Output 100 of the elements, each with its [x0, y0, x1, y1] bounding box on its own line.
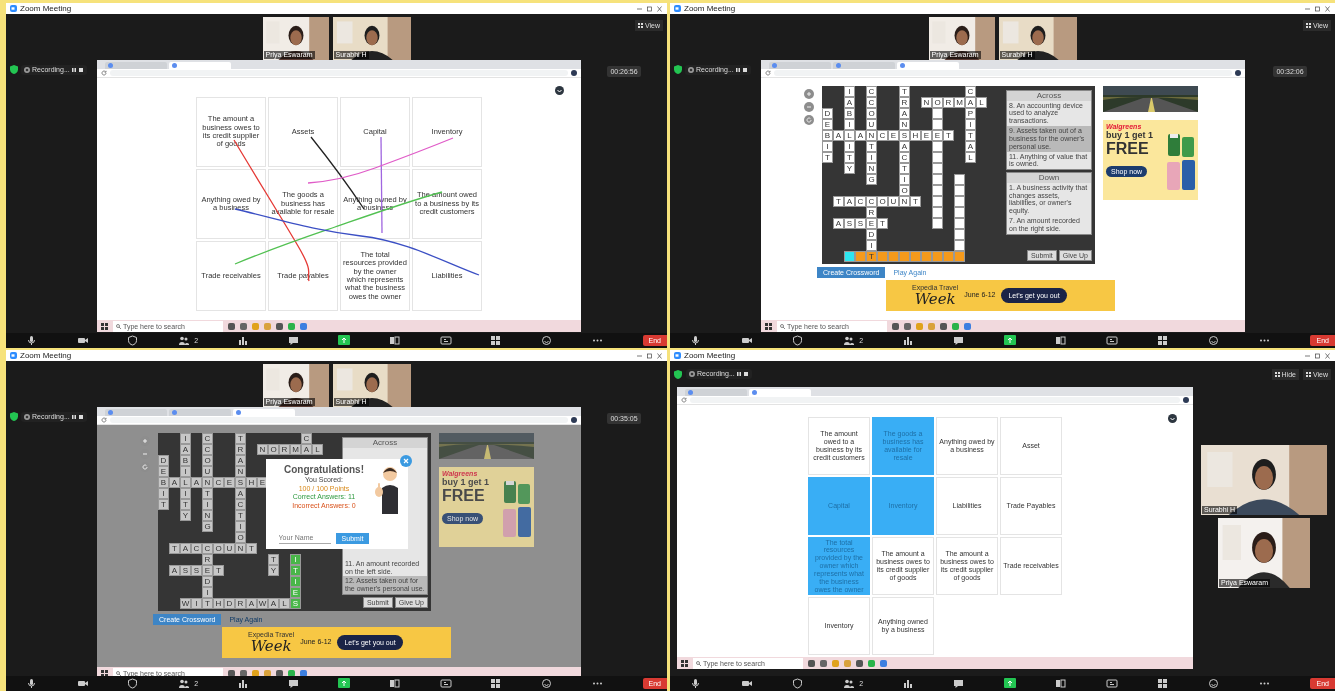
record-icon[interactable] [1055, 678, 1068, 689]
crossword-cell[interactable]: C [866, 97, 877, 108]
maximize-icon[interactable] [646, 5, 653, 12]
crossword-cell[interactable]: T [235, 510, 246, 521]
crossword-cell[interactable] [954, 240, 965, 251]
crossword-cell[interactable]: T [866, 251, 877, 262]
crossword-cell[interactable]: T [965, 130, 976, 141]
security-icon[interactable] [792, 335, 805, 346]
crossword-cell[interactable]: A [965, 141, 976, 152]
camera-icon[interactable] [76, 335, 89, 346]
crossword-cell[interactable]: A [180, 543, 191, 554]
microphone-icon[interactable] [26, 335, 38, 346]
crossword-cell[interactable]: R [279, 444, 290, 455]
crossword-cell[interactable]: E [257, 477, 268, 488]
share-screen-icon[interactable] [338, 678, 351, 689]
crossword-cell[interactable]: G [866, 174, 877, 185]
breakout-rooms-icon[interactable] [490, 335, 503, 346]
crossword-cell[interactable]: D [202, 576, 213, 587]
crossword-cell[interactable]: C [866, 86, 877, 97]
crossword-cell[interactable]: N [257, 444, 268, 455]
crossword-cell[interactable] [921, 251, 932, 262]
reactions-icon[interactable] [1208, 678, 1221, 689]
browser-tab[interactable] [749, 389, 811, 396]
breakout-rooms-icon[interactable] [1157, 335, 1170, 346]
crossword-cell[interactable]: I [844, 141, 855, 152]
reactions-icon[interactable] [541, 678, 554, 689]
crossword-cell[interactable] [932, 218, 943, 229]
crossword-cell[interactable]: R [899, 97, 910, 108]
crossword-cell[interactable]: T [235, 433, 246, 444]
crossword-cell[interactable] [932, 207, 943, 218]
crossword-cell[interactable]: D [224, 598, 235, 609]
chevron-down-icon[interactable] [555, 86, 564, 95]
crossword-cell[interactable]: T [833, 196, 844, 207]
crossword-cell[interactable]: I [191, 598, 202, 609]
camera-icon[interactable] [741, 335, 754, 346]
record-icon[interactable] [388, 678, 401, 689]
refresh-icon[interactable] [804, 115, 814, 125]
share-screen-icon[interactable] [1004, 678, 1017, 689]
crossword-cell[interactable]: D [866, 229, 877, 240]
crossword-cell[interactable] [888, 251, 899, 262]
pause-stop-icon[interactable] [71, 413, 84, 420]
crossword-cell[interactable] [954, 229, 965, 240]
crossword-cell[interactable]: T [943, 130, 954, 141]
polls-icon[interactable] [236, 335, 249, 346]
crossword-cell[interactable]: B [844, 108, 855, 119]
crossword-cell[interactable]: T [899, 163, 910, 174]
crossword-cell[interactable]: I [844, 86, 855, 97]
windows-icon[interactable] [765, 322, 772, 330]
crossword-cell[interactable]: N [899, 196, 910, 207]
crossword-cell[interactable]: S [844, 218, 855, 229]
reactions-icon[interactable] [541, 335, 554, 346]
record-icon[interactable] [1055, 335, 1068, 346]
polls-icon[interactable] [902, 335, 915, 346]
captions-icon[interactable] [1106, 335, 1119, 346]
crossword-cell[interactable] [932, 185, 943, 196]
crossword-cell[interactable]: A [844, 196, 855, 207]
crossword-cell[interactable]: A [844, 97, 855, 108]
crossword-cell[interactable]: B [180, 455, 191, 466]
crossword-cell[interactable]: C [899, 152, 910, 163]
crossword-cell[interactable] [932, 174, 943, 185]
crossword-cell[interactable] [932, 141, 943, 152]
crossword-cell[interactable]: I [899, 174, 910, 185]
crossword-cell[interactable]: T [877, 218, 888, 229]
browser-tab[interactable] [169, 62, 231, 69]
crossword-cell[interactable]: I [180, 433, 191, 444]
security-icon[interactable] [792, 678, 805, 689]
share-screen-icon[interactable] [338, 335, 351, 346]
crossword-cell[interactable]: H [246, 477, 257, 488]
crossword-cell[interactable] [954, 196, 965, 207]
crossword-cell[interactable]: L [965, 152, 976, 163]
crossword-cell[interactable]: A [268, 598, 279, 609]
pause-stop-icon[interactable] [735, 66, 748, 73]
crossword-cell[interactable] [877, 251, 888, 262]
crossword-cell[interactable]: I [822, 141, 833, 152]
crossword-cell[interactable]: A [235, 455, 246, 466]
crossword-cell[interactable] [954, 174, 965, 185]
pause-stop-icon[interactable] [71, 66, 84, 73]
crossword-cell[interactable]: H [213, 598, 224, 609]
crossword-cell[interactable]: R [235, 444, 246, 455]
crossword-cell[interactable]: I [965, 119, 976, 130]
crossword-cell[interactable]: T [202, 598, 213, 609]
chat-icon[interactable] [287, 678, 300, 689]
captions-icon[interactable] [1106, 678, 1119, 689]
crossword-cell[interactable]: A [899, 141, 910, 152]
pause-stop-icon[interactable] [736, 371, 749, 377]
crossword-cell[interactable]: N [866, 163, 877, 174]
crossword-cell[interactable]: A [180, 444, 191, 455]
windows-icon[interactable] [101, 322, 108, 330]
zoom-in-icon[interactable] [804, 89, 814, 99]
crossword-cell[interactable]: Y [180, 510, 191, 521]
crossword-cell[interactable]: Y [268, 565, 279, 576]
share-screen-icon[interactable] [1004, 335, 1017, 346]
crossword-cell[interactable]: I [202, 587, 213, 598]
crossword-cell[interactable]: C [202, 444, 213, 455]
crossword-cell[interactable]: L [279, 598, 290, 609]
reload-icon[interactable] [681, 397, 687, 403]
crossword-cell[interactable] [932, 119, 943, 130]
profile-icon[interactable] [571, 70, 577, 76]
polls-icon[interactable] [902, 678, 915, 689]
chat-icon[interactable] [287, 335, 300, 346]
